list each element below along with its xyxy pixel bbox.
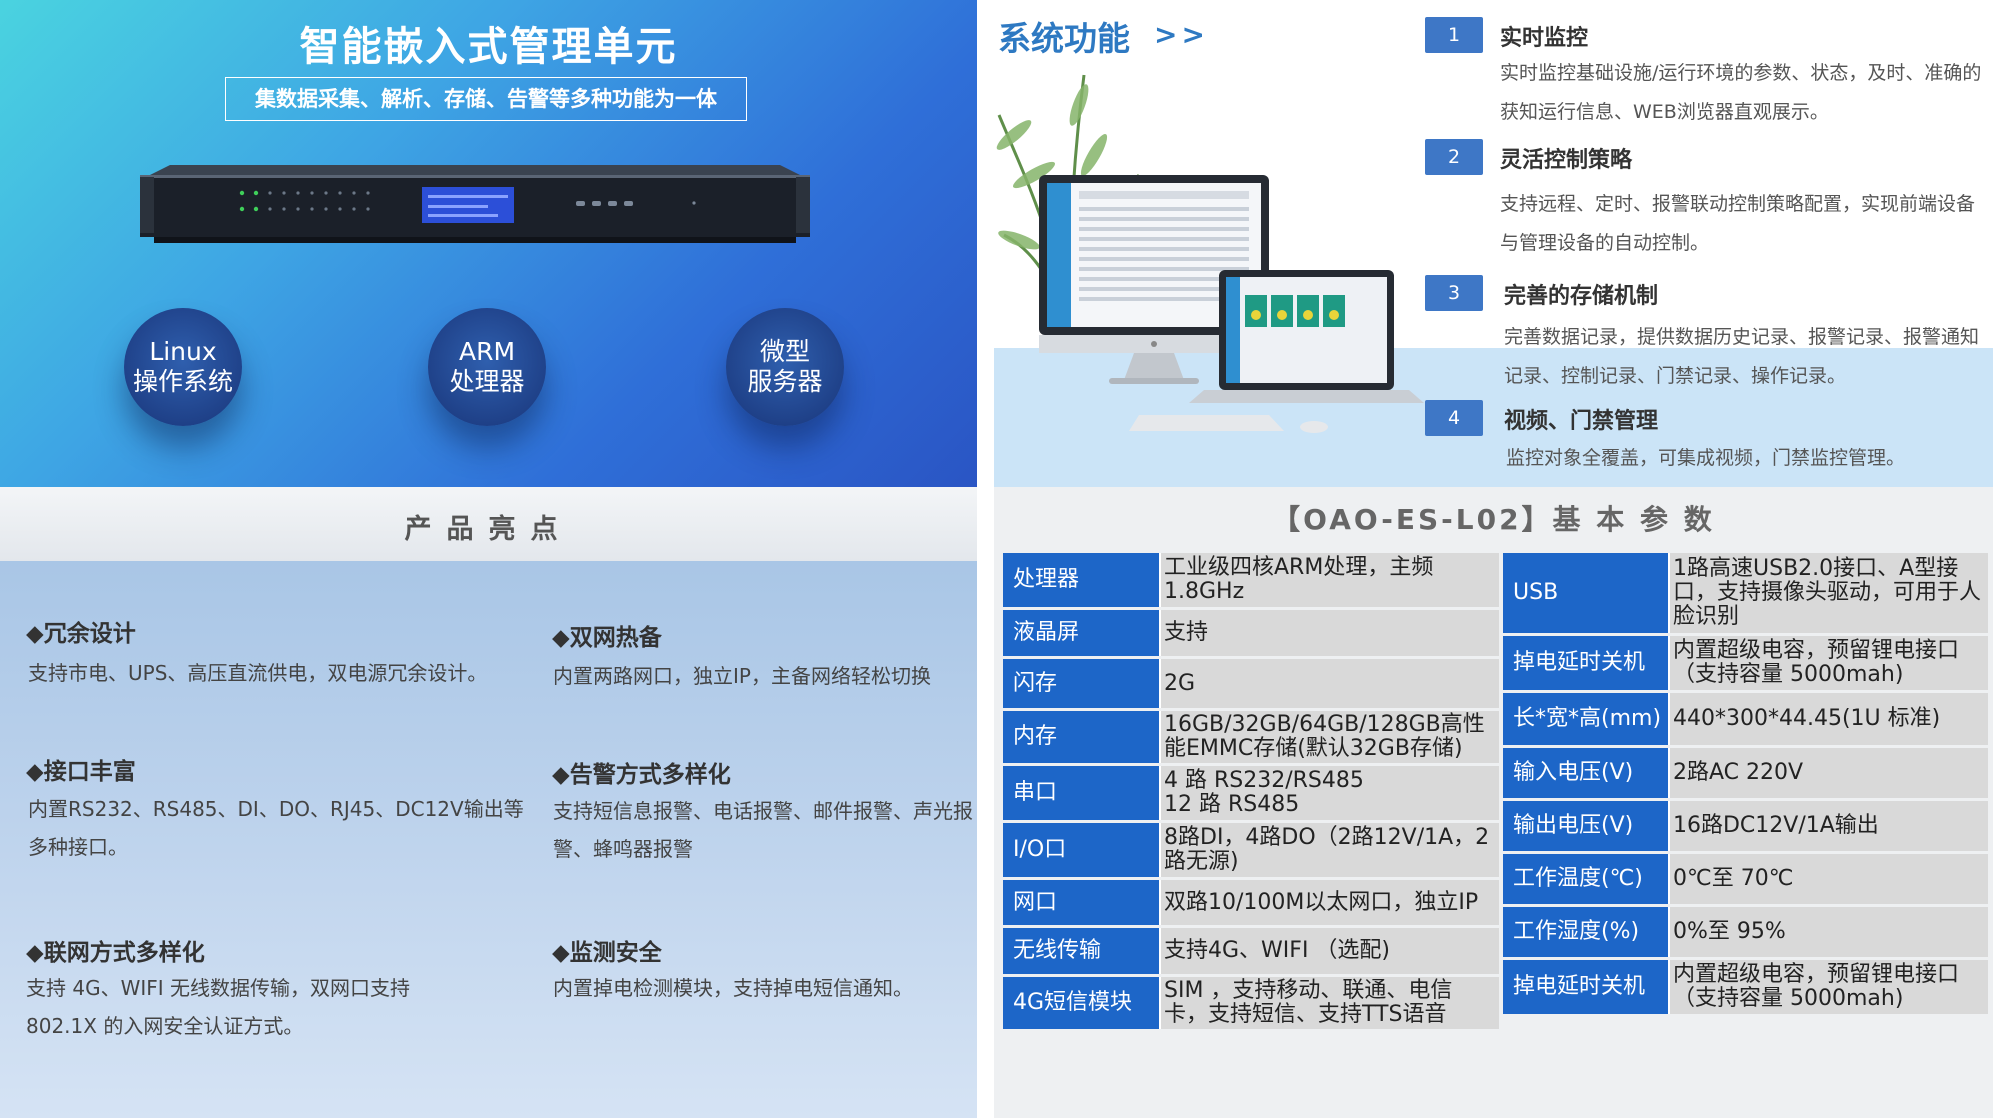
params-table-left: 处理器 工业级四核ARM处理，主频1.8GHz 液晶屏 支持 闪存 2G 内存 16GB… [1003, 550, 1499, 1032]
table-row: 工作温度(℃) 0℃至 70℃ [1503, 854, 1988, 904]
param-value: 1路高速USB2.0接口、A型接口，支持摄像头驱动，可用于人脸识别 [1670, 553, 1988, 633]
param-value: 内置超级电容，预留锂电接口（支持容量 5000mah) [1670, 636, 1988, 690]
highlight-description: 支持市电、UPS、高压直流供电，双电源冗余设计。 [28, 661, 488, 685]
param-key: 处理器 [1003, 553, 1161, 607]
highlight-description: 内置掉电检测模块，支持掉电短信通知。 [553, 976, 913, 1000]
highlight-title: ◆监测安全 [552, 940, 662, 966]
param-value: 0%至 95% [1670, 907, 1988, 957]
param-value: 4 路 RS232/RS485 12 路 RS485 [1161, 766, 1499, 820]
hero-banner: 智能嵌入式管理单元 集数据采集、解析、存储、告警等多种功能为一体 Linux 操… [0, 0, 977, 487]
feature-circle-arm: ARM 处理器 [428, 308, 546, 426]
param-value: 支持4G、WIFI （选配) [1161, 928, 1499, 974]
rack-device-image [140, 165, 810, 243]
highlight-title: ◆联网方式多样化 [26, 940, 205, 966]
table-row: 输入电压(V) 2路AC 220V [1503, 748, 1988, 798]
param-key: 工作温度(℃) [1503, 854, 1670, 904]
system-functions-title: 系统功能 [998, 19, 1130, 58]
param-key: USB [1503, 553, 1670, 633]
feature-circle-server: 微型 服务器 [726, 308, 844, 426]
param-key: 网口 [1003, 880, 1161, 925]
circle-line: 操作系统 [132, 367, 233, 396]
feature-circle-linux: Linux 操作系统 [124, 308, 242, 426]
param-value: 支持 [1161, 610, 1499, 656]
param-key: 4G短信模块 [1003, 977, 1161, 1029]
circle-line: 处理器 [449, 367, 525, 396]
table-row: USB 1路高速USB2.0接口、A型接口，支持摄像头驱动，可用于人脸识别 [1503, 553, 1988, 633]
highlight-description: 支持短信息报警、电话报警、邮件报警、声光报警、蜂鸣器报警 [553, 799, 973, 861]
param-key: I/O口 [1003, 823, 1161, 877]
table-row: 液晶屏 支持 [1003, 610, 1499, 656]
highlight-description: 支持 4G、WIFI 无线数据传输，双网口支持 802.1X 的入网安全认证方式… [26, 976, 411, 1038]
param-value: 2G [1161, 659, 1499, 708]
param-value: 16GB/32GB/64GB/128GB高性能EMMC存储(默认32GB存储) [1161, 711, 1499, 763]
param-key: 工作湿度(%) [1503, 907, 1670, 957]
table-row: 内存 16GB/32GB/64GB/128GB高性能EMMC存储(默认32GB存储… [1003, 711, 1499, 763]
params-table-right: USB 1路高速USB2.0接口、A型接口，支持摄像头驱动，可用于人脸识别 掉电延… [1503, 550, 1988, 1017]
feature-title: 实时监控 [1500, 26, 1589, 51]
highlight-title: ◆接口丰富 [26, 759, 136, 785]
double-arrow-icon: >> [1154, 18, 1209, 51]
table-row: 掉电延时关机 内置超级电容，预留锂电接口（支持容量 5000mah) [1503, 960, 1988, 1014]
system-functions-panel: 系统功能 >> 1 实时监控 实时监控基础设施/运行环境的参数、状态，及时、准确… [994, 0, 1993, 487]
highlights-title: 产品亮点 [404, 514, 573, 545]
param-key: 输出电压(V) [1503, 801, 1670, 851]
param-key: 串口 [1003, 766, 1161, 820]
feature-description: 支持远程、定时、报警联动控制策略配置，实现前端设备与管理设备的自动控制。 [1500, 193, 1976, 254]
feature-title: 视频、门禁管理 [1504, 409, 1659, 434]
table-row: 闪存 2G [1003, 659, 1499, 708]
param-value: 双路10/100M以太网口，独立IP [1161, 880, 1499, 925]
feature-number: 3 [1425, 275, 1483, 311]
param-value: 内置超级电容，预留锂电接口（支持容量 5000mah) [1670, 960, 1988, 1014]
table-row: 工作湿度(%) 0%至 95% [1503, 907, 1988, 957]
feature-description: 监控对象全覆盖，可集成视频，门禁监控管理。 [1506, 447, 1906, 469]
feature-number: 2 [1425, 139, 1483, 175]
param-key: 液晶屏 [1003, 610, 1161, 656]
param-key: 闪存 [1003, 659, 1161, 708]
param-key: 内存 [1003, 711, 1161, 763]
table-row: I/O口 8路DI，4路DO（2路12V/1A，2路无源) [1003, 823, 1499, 877]
monitor-laptop-image [1039, 175, 1424, 433]
param-value: 工业级四核ARM处理，主频1.8GHz [1161, 553, 1499, 607]
hero-subtitle: 集数据采集、解析、存储、告警等多种功能为一体 [225, 77, 747, 121]
feature-number: 1 [1425, 17, 1483, 53]
param-value: 8路DI，4路DO（2路12V/1A，2路无源) [1161, 823, 1499, 877]
highlight-title: ◆告警方式多样化 [552, 762, 731, 788]
param-key: 输入电压(V) [1503, 748, 1670, 798]
param-key: 无线传输 [1003, 928, 1161, 974]
table-row: 掉电延时关机 内置超级电容，预留锂电接口（支持容量 5000mah) [1503, 636, 1988, 690]
param-value: 0℃至 70℃ [1670, 854, 1988, 904]
circle-line: ARM [458, 337, 516, 366]
param-value: 16路DC12V/1A输出 [1670, 801, 1988, 851]
highlight-title: ◆双网热备 [552, 625, 662, 651]
param-key: 掉电延时关机 [1503, 636, 1670, 690]
feature-title: 完善的存储机制 [1504, 284, 1659, 309]
hero-title: 智能嵌入式管理单元 [299, 24, 678, 70]
feature-number: 4 [1425, 400, 1483, 436]
param-value: 440*300*44.45(1U 标准) [1670, 693, 1988, 745]
table-row: 输出电压(V) 16路DC12V/1A输出 [1503, 801, 1988, 851]
circle-line: 微型 [759, 337, 810, 366]
circle-line: 服务器 [747, 367, 823, 396]
highlight-description: 内置RS232、RS485、DI、DO、RJ45、DC12V输出等多种接口。 [28, 797, 524, 859]
table-row: 网口 双路10/100M以太网口，独立IP [1003, 880, 1499, 925]
table-row: 处理器 工业级四核ARM处理，主频1.8GHz [1003, 553, 1499, 607]
table-row: 无线传输 支持4G、WIFI （选配) [1003, 928, 1499, 974]
param-value: SIM ，支持移动、联通、电信卡，支持短信、支持TTS语音 [1161, 977, 1499, 1029]
param-key: 掉电延时关机 [1503, 960, 1670, 1014]
table-row: 串口 4 路 RS232/RS485 12 路 RS485 [1003, 766, 1499, 820]
highlight-title: ◆冗余设计 [26, 621, 136, 647]
feature-description: 完善数据记录，提供数据历史记录、报警记录、报警通知记录、控制记录、门禁记录、操作… [1504, 326, 1980, 387]
feature-description: 实时监控基础设施/运行环境的参数、状态，及时、准确的获知运行信息、WEB浏览器直… [1500, 62, 1982, 123]
highlight-description: 内置两路网口，独立IP，主备网络轻松切换 [553, 664, 931, 688]
param-key: 长*宽*高(mm) [1503, 693, 1670, 745]
parameters-title: 【OAO-ES-L02】基 本 参 数 [1272, 503, 1715, 536]
feature-title: 灵活控制策略 [1500, 148, 1633, 173]
table-row: 4G短信模块 SIM ，支持移动、联通、电信卡，支持短信、支持TTS语音 [1003, 977, 1499, 1029]
param-value: 2路AC 220V [1670, 748, 1988, 798]
circle-line: Linux [149, 337, 217, 366]
table-row: 长*宽*高(mm) 440*300*44.45(1U 标准) [1503, 693, 1988, 745]
